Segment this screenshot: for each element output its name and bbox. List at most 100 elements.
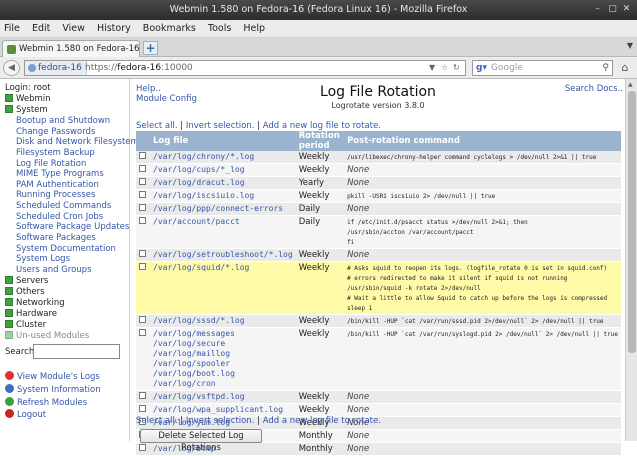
back-button[interactable]: ◀: [3, 60, 20, 76]
row-checkbox[interactable]: [139, 217, 146, 224]
reload-icon[interactable]: ↻: [453, 61, 460, 75]
category-others[interactable]: Others: [5, 287, 45, 297]
row-checkbox[interactable]: [139, 250, 146, 257]
menu-history[interactable]: History: [97, 23, 131, 34]
row-checkbox[interactable]: [139, 444, 146, 451]
menu-tools[interactable]: Tools: [208, 23, 231, 34]
log-file-link[interactable]: /var/account/pacct: [153, 217, 240, 226]
module-running-processes[interactable]: Running Processes: [16, 190, 95, 200]
row-checkbox[interactable]: [139, 178, 146, 185]
module-change-passwords[interactable]: Change Passwords: [16, 127, 95, 137]
menu-view[interactable]: View: [62, 23, 85, 34]
select-all-link[interactable]: Select all.: [136, 121, 178, 131]
minimize-icon[interactable]: –: [592, 4, 603, 15]
module-users-groups[interactable]: Users and Groups: [16, 265, 92, 275]
link-refresh-modules[interactable]: Refresh Modules: [5, 397, 87, 408]
tab-list-icon[interactable]: ▼: [627, 41, 633, 50]
menu-help[interactable]: Help: [243, 23, 265, 34]
module-system-logs[interactable]: System Logs: [16, 254, 70, 264]
bookmark-star-icon[interactable]: ☆: [441, 61, 448, 75]
row-checkbox[interactable]: [139, 191, 146, 198]
log-file-link[interactable]: /var/log/messages /var/log/secure /var/l…: [153, 329, 235, 388]
url-bar[interactable]: fedora-16 https://fedora-16:10000 ▼ ☆ ↻: [24, 60, 466, 76]
module-search-input[interactable]: [33, 344, 120, 359]
new-tab-button[interactable]: +: [143, 41, 158, 55]
post-rotation-command-cell: None: [344, 390, 621, 404]
log-file-cell: /var/log/messages /var/log/secure /var/l…: [150, 327, 296, 391]
module-system-documentation[interactable]: System Documentation: [16, 244, 116, 254]
log-file-link[interactable]: /var/log/sssd/*.log: [153, 316, 245, 325]
module-mime-type-programs[interactable]: MIME Type Programs: [16, 169, 104, 179]
module-pam-authentication[interactable]: PAM Authentication: [16, 180, 99, 190]
search-bar[interactable]: g▾ Google ⚲: [472, 60, 613, 76]
module-disk-network-filesystems[interactable]: Disk and Network Filesystems: [16, 137, 143, 147]
row-checkbox[interactable]: [139, 405, 146, 412]
menu-bookmarks[interactable]: Bookmarks: [143, 23, 196, 34]
add-log-file-link[interactable]: Add a new log file to rotate.: [263, 416, 381, 426]
module-filesystem-backup[interactable]: Filesystem Backup: [16, 148, 95, 158]
maximize-icon[interactable]: ▢: [607, 4, 618, 15]
row-checkbox-cell: [136, 163, 150, 177]
link-view-module-logs[interactable]: View Module's Logs: [5, 371, 100, 382]
module-software-packages[interactable]: Software Packages: [16, 233, 96, 243]
refresh-icon: [5, 397, 14, 406]
category-hardware[interactable]: Hardware: [5, 309, 57, 319]
log-file-link[interactable]: /var/log/wpa_supplicant.log: [153, 405, 283, 414]
row-checkbox[interactable]: [139, 152, 146, 159]
log-file-link[interactable]: /var/log/ppp/connect-errors: [153, 204, 283, 213]
category-cluster[interactable]: Cluster: [5, 320, 46, 330]
log-file-link[interactable]: /var/log/vsftpd.log: [153, 392, 245, 401]
site-identity-button[interactable]: fedora-16: [25, 61, 87, 75]
log-file-cell: /var/log/ppp/connect-errors: [150, 202, 296, 216]
module-scheduled-commands[interactable]: Scheduled Commands: [16, 201, 111, 211]
log-file-link[interactable]: /var/log/squid/*.log: [153, 263, 249, 272]
category-webmin[interactable]: Webmin: [5, 94, 51, 104]
invert-selection-link[interactable]: Invert selection.: [186, 121, 255, 131]
link-system-information[interactable]: System Information: [5, 384, 101, 395]
tab-webmin[interactable]: Webmin 1.580 on Fedora-16 (F...: [2, 40, 140, 57]
post-rotation-command: None: [347, 405, 370, 415]
category-system[interactable]: System: [5, 105, 48, 115]
log-file-link[interactable]: /var/log/chrony/*.log: [153, 152, 254, 161]
module-scheduled-cron-jobs[interactable]: Scheduled Cron Jobs: [16, 212, 103, 222]
category-servers[interactable]: Servers: [5, 276, 48, 286]
close-icon[interactable]: ✕: [621, 4, 632, 15]
header-rotation-period: Rotation period: [295, 131, 345, 151]
category-label: Others: [16, 287, 45, 297]
category-unused-modules[interactable]: Un-used Modules: [5, 331, 89, 341]
menu-file[interactable]: File: [4, 23, 20, 34]
row-checkbox[interactable]: [139, 165, 146, 172]
search-icon[interactable]: ⚲: [602, 61, 609, 75]
log-file-link[interactable]: /var/log/setroubleshoot/*.log: [153, 250, 293, 259]
add-log-file-link[interactable]: Add a new log file to rotate.: [263, 121, 381, 131]
category-label: Servers: [16, 276, 49, 286]
page-title: Log File Rotation: [320, 84, 436, 100]
link-logout[interactable]: Logout: [5, 409, 46, 420]
menu-edit[interactable]: Edit: [32, 23, 50, 34]
row-checkbox[interactable]: [139, 204, 146, 211]
select-all-link[interactable]: Select all.: [136, 416, 178, 426]
module-software-package-updates[interactable]: Software Package Updates: [16, 222, 129, 232]
log-file-cell: /var/log/dracut.log: [150, 176, 296, 190]
page-scrollbar[interactable]: ▲: [625, 79, 637, 441]
log-file-link[interactable]: /var/log/dracut.log: [153, 178, 245, 187]
category-networking[interactable]: Networking: [5, 298, 65, 308]
module-log-file-rotation[interactable]: Log File Rotation: [16, 159, 86, 169]
invert-selection-link[interactable]: Invert selection.: [186, 416, 255, 426]
logout-icon: [5, 409, 14, 418]
url-dropdown-icon[interactable]: ▼: [429, 61, 435, 75]
row-checkbox[interactable]: [139, 263, 146, 270]
log-file-link[interactable]: /var/log/iscsiuio.log: [153, 191, 254, 200]
google-engine-icon[interactable]: g▾: [476, 61, 487, 75]
log-file-link[interactable]: /var/log/cups/*_log: [153, 165, 245, 174]
row-checkbox[interactable]: [139, 316, 146, 323]
category-label: System: [16, 105, 48, 115]
row-checkbox[interactable]: [139, 392, 146, 399]
table-row: /var/log/ppp/connect-errors Daily None: [136, 202, 621, 216]
home-icon[interactable]: ⌂: [618, 61, 632, 75]
row-checkbox[interactable]: [139, 329, 146, 336]
scrollbar-thumb[interactable]: [628, 91, 636, 353]
module-bootup-shutdown[interactable]: Bootup and Shutdown: [16, 116, 110, 126]
scroll-up-icon[interactable]: ▲: [628, 81, 633, 88]
post-rotation-command-cell: pkill -USR1 iscsiuio 2> /dev/null || tru…: [344, 189, 621, 203]
